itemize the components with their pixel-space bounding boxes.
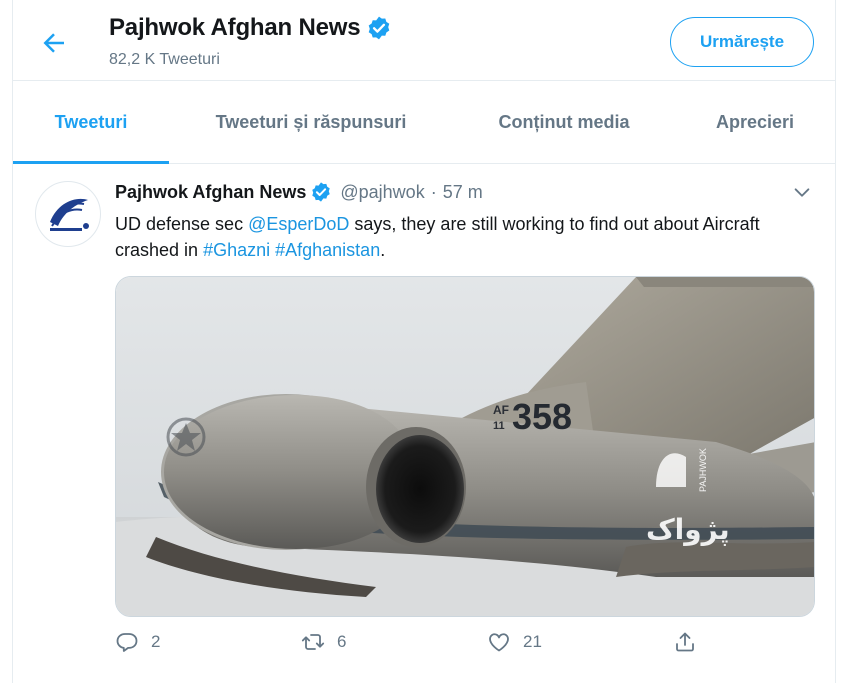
aircraft-wreck-photo: AF 11 358 PAJHWOK پژواک (116, 277, 814, 616)
tweet-author-name[interactable]: Pajhwok Afghan News (115, 182, 306, 203)
tweet-timestamp[interactable]: 57 m (443, 182, 483, 203)
tweet-author-handle[interactable]: @pajhwok (340, 182, 424, 203)
profile-timeline: Pajhwok Afghan News 82,2 K Tweeturi Urmă… (12, 0, 836, 683)
watermark-text: PAJHWOK (698, 448, 708, 492)
like-count: 21 (523, 632, 542, 651)
tweet-count: 82,2 K Tweeturi (109, 51, 220, 68)
profile-header: Pajhwok Afghan News 82,2 K Tweeturi Urmă… (13, 0, 835, 81)
tweet-actions: 2 6 21 (115, 630, 815, 664)
reply-icon (116, 633, 138, 652)
profile-tabs: Tweeturi Tweeturi și răspunsuri Conținut… (13, 81, 835, 164)
retweet-icon (301, 634, 325, 650)
tail-prefix: AF (493, 403, 509, 417)
reply-button[interactable]: 2 (115, 630, 160, 654)
share-icon (676, 632, 694, 652)
hashtag-link[interactable]: #Ghazni (203, 240, 270, 260)
profile-title: Pajhwok Afghan News (109, 14, 361, 41)
profile-title-row: Pajhwok Afghan News (109, 14, 392, 42)
chevron-down-icon[interactable] (791, 182, 813, 204)
retweet-button[interactable]: 6 (301, 630, 346, 654)
mention-link[interactable]: @EsperDoD (248, 214, 349, 234)
tab-media[interactable]: Conținut media (453, 81, 675, 163)
tweet-media-image[interactable]: AF 11 358 PAJHWOK پژواک (115, 276, 815, 617)
tail-number: 358 (512, 396, 572, 437)
share-button[interactable] (673, 630, 709, 654)
back-arrow-icon[interactable] (39, 28, 69, 58)
like-button[interactable]: 21 (487, 630, 542, 654)
tab-tweets-and-replies[interactable]: Tweeturi și răspunsuri (169, 81, 453, 163)
tail-year: 11 (493, 420, 505, 432)
tweet-header: Pajhwok Afghan News @pajhwok · 57 m (115, 181, 483, 203)
verified-badge-icon (312, 182, 331, 202)
separator-dot: · (430, 181, 437, 202)
reply-count: 2 (151, 632, 161, 651)
tweet-text: UD defense sec @EsperDoD says, they are … (115, 211, 815, 263)
verified-badge-icon (369, 16, 390, 40)
like-icon (489, 633, 509, 652)
watermark-script: پژواک (646, 513, 730, 546)
pajhwok-logo-icon (46, 192, 90, 236)
tab-tweets[interactable]: Tweeturi (13, 81, 169, 164)
follow-button[interactable]: Urmărește (670, 17, 814, 67)
hashtag-link[interactable]: #Afghanistan (275, 240, 380, 260)
retweet-count: 6 (337, 632, 347, 651)
tweet-text-end: . (380, 240, 386, 260)
tab-likes[interactable]: Aprecieri (675, 81, 835, 163)
avatar[interactable] (35, 181, 101, 247)
tweet-text-part: UD defense sec (115, 214, 249, 234)
